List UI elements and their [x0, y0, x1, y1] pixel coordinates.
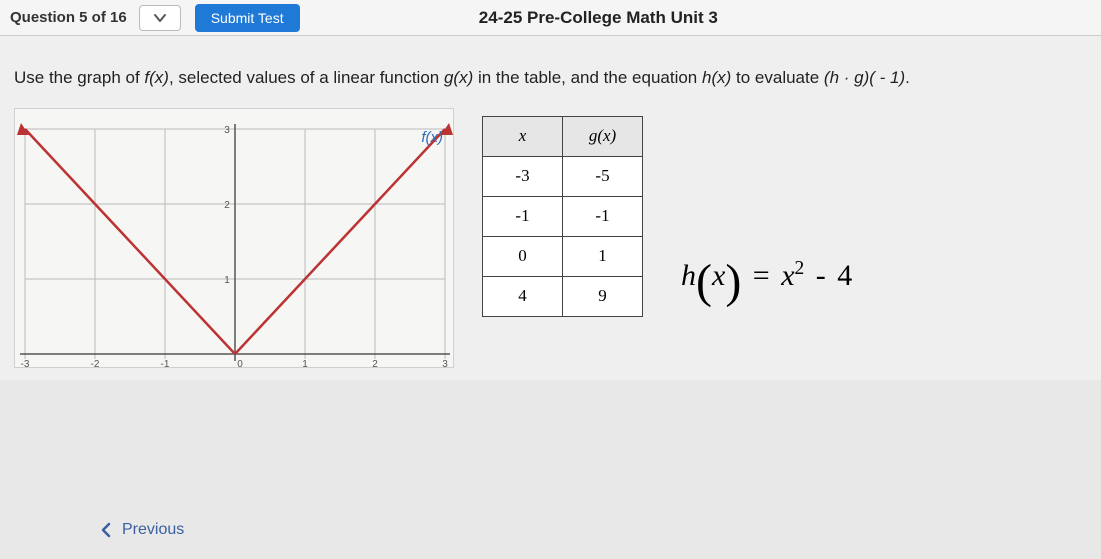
prompt-text: .: [905, 68, 910, 87]
question-counter: Question 5 of 16: [8, 9, 139, 26]
previous-label: Previous: [122, 521, 184, 539]
submit-test-button[interactable]: Submit Test: [195, 4, 300, 32]
table-header-x: x: [483, 116, 563, 156]
svg-text:1: 1: [224, 275, 230, 286]
eq-var: x: [712, 259, 725, 292]
svg-text:0: 0: [237, 359, 243, 369]
course-title: 24-25 Pre-College Math Unit 3: [479, 8, 718, 28]
table-row: 01: [483, 236, 643, 276]
prompt-hx: h(x): [702, 68, 731, 87]
svg-text:-1: -1: [161, 359, 170, 369]
table-header-gx: g(x): [563, 116, 643, 156]
chevron-left-icon: [100, 522, 112, 538]
graph-svg: -3 -2 -1 0 1 2 3 1 2 3: [15, 109, 455, 369]
g-of-x-table: x g(x) -3-5 -1-1 01 49: [482, 116, 643, 317]
svg-text:-3: -3: [21, 359, 30, 369]
table-row: 49: [483, 276, 643, 316]
svg-text:1: 1: [302, 359, 308, 369]
question-content: Use the graph of f(x), selected values o…: [0, 36, 1101, 380]
svg-text:3: 3: [224, 125, 230, 136]
prompt-text: , selected values of a linear function: [169, 68, 444, 87]
chevron-down-icon: [152, 10, 168, 26]
prompt-text: in the table, and the equation: [473, 68, 702, 87]
eq-exp: 2: [795, 258, 805, 279]
svg-text:2: 2: [372, 359, 378, 369]
eq-base: x: [781, 259, 794, 292]
eq-func: h: [681, 259, 696, 292]
prompt-fx: f(x): [144, 68, 169, 87]
h-of-x-equation: h(x) = x2 - 4: [681, 258, 852, 293]
question-prompt: Use the graph of f(x), selected values o…: [14, 66, 1077, 90]
graph-f-of-x: -3 -2 -1 0 1 2 3 1 2 3 f(x): [14, 108, 454, 368]
prompt-text: Use the graph of: [14, 68, 144, 87]
eq-const: 4: [837, 259, 852, 292]
prompt-gx: g(x): [444, 68, 473, 87]
prompt-text: to evaluate: [731, 68, 824, 87]
top-bar: Question 5 of 16 Submit Test 24-25 Pre-C…: [0, 0, 1101, 36]
prompt-expression: (h · g)( - 1): [824, 68, 905, 87]
previous-button[interactable]: Previous: [100, 521, 184, 539]
svg-text:3: 3: [442, 359, 448, 369]
eq-op: -: [812, 259, 830, 292]
table-row: -3-5: [483, 156, 643, 196]
svg-text:2: 2: [224, 200, 230, 211]
table-row: -1-1: [483, 196, 643, 236]
graph-function-label: f(x): [421, 129, 443, 146]
svg-text:-2: -2: [91, 359, 100, 369]
question-dropdown-button[interactable]: [139, 5, 181, 31]
